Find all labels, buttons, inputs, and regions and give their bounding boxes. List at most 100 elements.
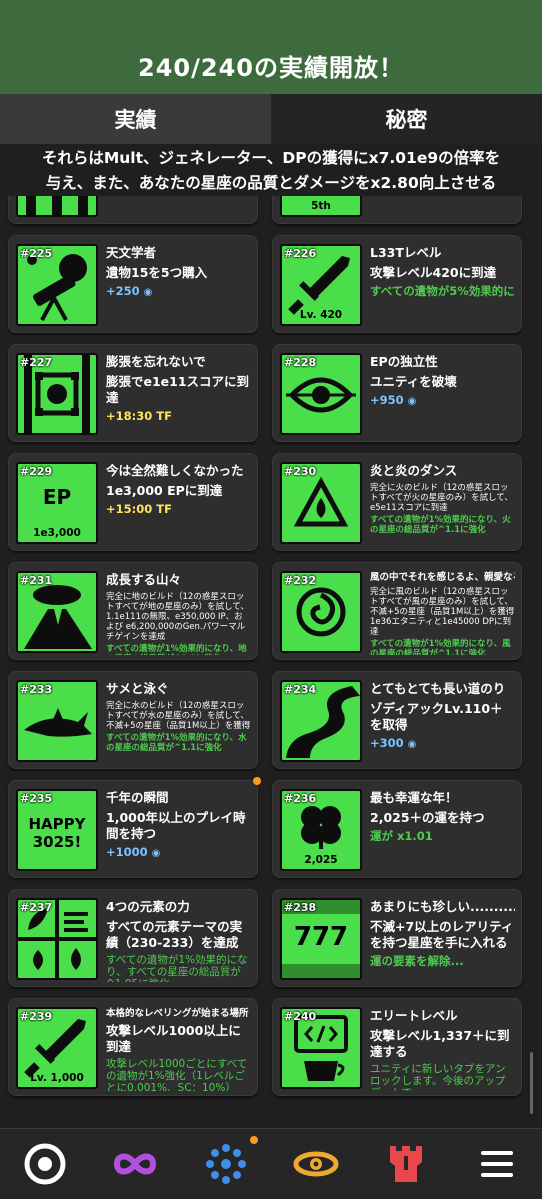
- nav-button-eye[interactable]: [292, 1140, 340, 1188]
- achievement-number: #239: [20, 1010, 53, 1023]
- achievement-title: 今は全然難しくなかった: [106, 463, 244, 478]
- achievement-card[interactable]: #231 成長する山々 完全に地のビルド（12の惑星スロットすべてが地の星座のみ）を…: [8, 562, 258, 660]
- bonus-description-line-1: それらはMult、ジェネレーター、DPの獲得にx7.01e9の倍率を: [41, 149, 501, 167]
- achievement-badge: #234: [280, 680, 362, 762]
- nav-button-menu[interactable]: [473, 1140, 521, 1188]
- achievement-badge: #230: [280, 462, 362, 544]
- achievement-card[interactable]: #230 炎と炎のダンス 完全に火のビルド（12の惑星スロットすべてが火の星座のみ）…: [272, 453, 522, 551]
- achievement-text: 千年の瞬間 1,000年以上のプレイ時間を持つ +1000 ◉: [106, 787, 251, 873]
- achievement-number: #230: [284, 465, 317, 478]
- badge-caption: 5th: [311, 200, 331, 212]
- reward-value: 運が x1.01: [370, 829, 433, 843]
- achievement-requirement: 1,000年以上のプレイ時間を持つ: [106, 810, 246, 841]
- ring-icon: [24, 1143, 66, 1185]
- achievement-text: あまりにも珍しい............... 不滅+7以上のレアリティを持つ星座…: [370, 896, 515, 982]
- achievement-card[interactable]: #236 2,025 最も幸運な年！ 2,025＋の運を持つ 運が x1.01: [272, 780, 522, 878]
- achievement-requirement: 完全に地のビルド（12の惑星スロットすべてが地の星座のみ）を試して、1.1e11…: [106, 592, 249, 642]
- achievement-requirement: 攻撃レベル1,337＋に到達する: [370, 1028, 510, 1059]
- badge-text: HAPPY 3025!: [28, 815, 86, 851]
- achievement-number: #237: [20, 901, 53, 914]
- achievement-requirement: 2,025＋の運を持つ: [370, 810, 485, 825]
- dots-circle-icon: [205, 1144, 246, 1184]
- achievement-reward: 攻撃レベル1000ごとにすべての遺物が1%強化（1レベルごとに0.001%、SC…: [106, 1058, 251, 1091]
- nav-button-castle[interactable]: [382, 1140, 430, 1188]
- achievement-title: 本格的なレベリングが始まる場所: [106, 1008, 249, 1019]
- achievement-card[interactable]: #240 エリートレベル 攻撃レベル1,337＋に到達する ユニティに新しいタブをアン…: [272, 998, 522, 1096]
- castle-icon: [390, 1146, 423, 1182]
- achievement-list[interactable]: e1e11スコアに到達+111 ◉ 5th 倍+30:00 TF #225 天文学者遺物…: [0, 196, 542, 1128]
- achievement-reward: 運の要素を解除...: [370, 954, 515, 968]
- achievement-text: 天文学者 遺物15を5つ購入 +250 ◉: [106, 242, 251, 328]
- achievement-badge: #235 HAPPY 3025!: [16, 789, 98, 871]
- achievement-card[interactable]: #235 HAPPY 3025! 千年の瞬間 1,000年以上のプレイ時間を持つ +10…: [8, 777, 261, 878]
- achievement-card[interactable]: #234 とてもとても長い道のり ゾディアックLv.110＋を取得 +300 ◉: [272, 671, 522, 769]
- achievement-card[interactable]: #238 777 あまりにも珍しい............... 不滅+7以上のレアリ…: [272, 889, 522, 987]
- achievement-badge: [16, 196, 98, 217]
- badge-text: EP: [42, 485, 72, 509]
- achievement-card[interactable]: #237 4つの元素の力 すべての元素テーマの実績（230-233）を達成 すべての遺…: [8, 889, 258, 987]
- achievement-text: サメと泳ぐ完全に水のビルド（12の惑星スロットすべてが水の星座のみ）を試して、不…: [106, 678, 251, 764]
- achievement-grid: e1e11スコアに到達+111 ◉ 5th 倍+30:00 TF #225 天文学者遺物…: [8, 196, 524, 1096]
- tab-secrets[interactable]: 秘密: [271, 94, 542, 144]
- achievement-reward: +1000 ◉: [106, 845, 251, 861]
- achievement-card[interactable]: e1e11スコアに到達+111 ◉: [8, 196, 258, 224]
- achievement-requirement: すべての元素テーマの実績（230-233）を達成: [106, 919, 243, 950]
- achievement-number: #225: [20, 247, 53, 260]
- achievement-badge: #237: [16, 898, 98, 980]
- achievement-requirement: 攻撃レベル420に到達: [370, 265, 497, 280]
- achievement-text: 風の中でそれを感じるよ、親愛なる 完全に風のビルド（12の惑星スロットすべてが風の…: [370, 569, 515, 655]
- achievement-card[interactable]: #239 Lv. 1,000 本格的なレベリングが始まる場所 攻撃レベル1000以上に…: [8, 998, 258, 1096]
- achievement-count-title: 240/240の実績開放！: [138, 53, 404, 82]
- achievement-badge: #226 Lv. 420: [280, 244, 362, 326]
- achievement-text: エリートレベル 攻撃レベル1,337＋に到達する ユニティに新しいタブをアンロックし…: [370, 1005, 515, 1091]
- achievement-requirement: 完全に火のビルド（12の惑星スロットすべてが火の星座のみ）を試して、e5e11ス…: [370, 483, 513, 513]
- nav-button-ring[interactable]: [21, 1140, 69, 1188]
- achievement-reward: すべての遺物が1%効果的になり、水の星座の総品質が^1.1に強化: [106, 733, 251, 753]
- reward-value: +300: [370, 736, 404, 750]
- bonus-description: それらはMult、ジェネレーター、DPの獲得にx7.01e9の倍率を 与え、また…: [0, 144, 542, 196]
- nav-button-infinity[interactable]: [111, 1140, 159, 1188]
- gem-icon: ◉: [151, 848, 161, 859]
- achievement-reward: +15:00 TF: [106, 502, 251, 516]
- achievement-reward: +250 ◉: [106, 284, 251, 300]
- achievement-card[interactable]: #233 サメと泳ぐ完全に水のビルド（12の惑星スロットすべてが水の星座のみ）を試…: [8, 671, 258, 769]
- achievement-number: #234: [284, 683, 317, 696]
- achievement-card[interactable]: #228 EPの独立性 ユニティを破壊 +950 ◉: [272, 344, 522, 442]
- achievement-text: 最も幸運な年！ 2,025＋の運を持つ 運が x1.01: [370, 787, 515, 873]
- achievement-requirement: 完全に水のビルド（12の惑星スロットすべてが水の星座のみ）を試して、不滅+5の星…: [106, 701, 251, 731]
- achievement-badge: #236 2,025: [280, 789, 362, 871]
- achievement-requirement: 攻撃レベル1000以上に到達: [106, 1023, 241, 1054]
- gem-icon: ◉: [407, 739, 417, 750]
- achievement-number: #233: [20, 683, 53, 696]
- achievement-badge: #231: [16, 571, 98, 653]
- achievement-number: #231: [20, 574, 53, 587]
- achievement-card[interactable]: #227 膨張を忘れないで 膨張でe1e11スコアに到達 +18:30 TF: [8, 344, 258, 442]
- achievement-card[interactable]: #225 天文学者 遺物15を5つ購入 +250 ◉: [8, 235, 258, 333]
- reward-value: +950: [370, 393, 404, 407]
- stripes-icon: [26, 196, 88, 215]
- achievement-card[interactable]: #226 Lv. 420 L33Tレベル 攻撃レベル420に到達 すべての遺物が5%効果…: [272, 235, 522, 333]
- scrollbar[interactable]: [530, 1052, 533, 1114]
- badge-caption: Lv. 420: [299, 309, 343, 321]
- eye-orbit-icon: [293, 1151, 339, 1177]
- achievement-badge: #228: [280, 353, 362, 435]
- achievement-text: 炎と炎のダンス 完全に火のビルド（12の惑星スロットすべてが火の星座のみ）を試して…: [370, 460, 515, 546]
- achievement-title: あまりにも珍しい...............: [370, 899, 515, 914]
- achievement-card[interactable]: #229 EP 1e3,000 今は全然難しくなかった 1e3,000 EPに到達 +15…: [8, 453, 258, 551]
- achievement-title: 膨張を忘れないで: [106, 354, 206, 369]
- achievement-requirement: ゾディアックLv.110＋を取得: [370, 701, 503, 732]
- achievement-title: サメと泳ぐ: [106, 681, 169, 696]
- achievement-number: #236: [284, 792, 317, 805]
- reward-value: すべての遺物が1%効果的になり、風の星座の総品質が^1.1に強化: [370, 639, 511, 655]
- achievement-title: 千年の瞬間: [106, 790, 169, 805]
- achievement-text: e1e11スコアに到達+111 ◉: [106, 196, 251, 219]
- achievement-title: エリートレベル: [370, 1008, 458, 1023]
- achievement-reward: すべての遺物が1%効果的になり、地の星座の総品質が^1.1に強化: [106, 644, 251, 655]
- achievement-reward: +18:30 TF: [106, 409, 251, 423]
- achievement-badge: #232: [280, 571, 362, 653]
- nav-button-constellation[interactable]: [202, 1136, 258, 1188]
- achievement-card[interactable]: 5th 倍+30:00 TF: [272, 196, 522, 224]
- tab-achievements[interactable]: 実績: [0, 94, 271, 144]
- achievement-card[interactable]: #232 風の中でそれを感じるよ、親愛なる 完全に風のビルド（12の惑星スロットすべ…: [272, 562, 522, 660]
- achievement-requirement: 不滅+7以上のレアリティを持つ星座を手に入れる: [370, 919, 514, 950]
